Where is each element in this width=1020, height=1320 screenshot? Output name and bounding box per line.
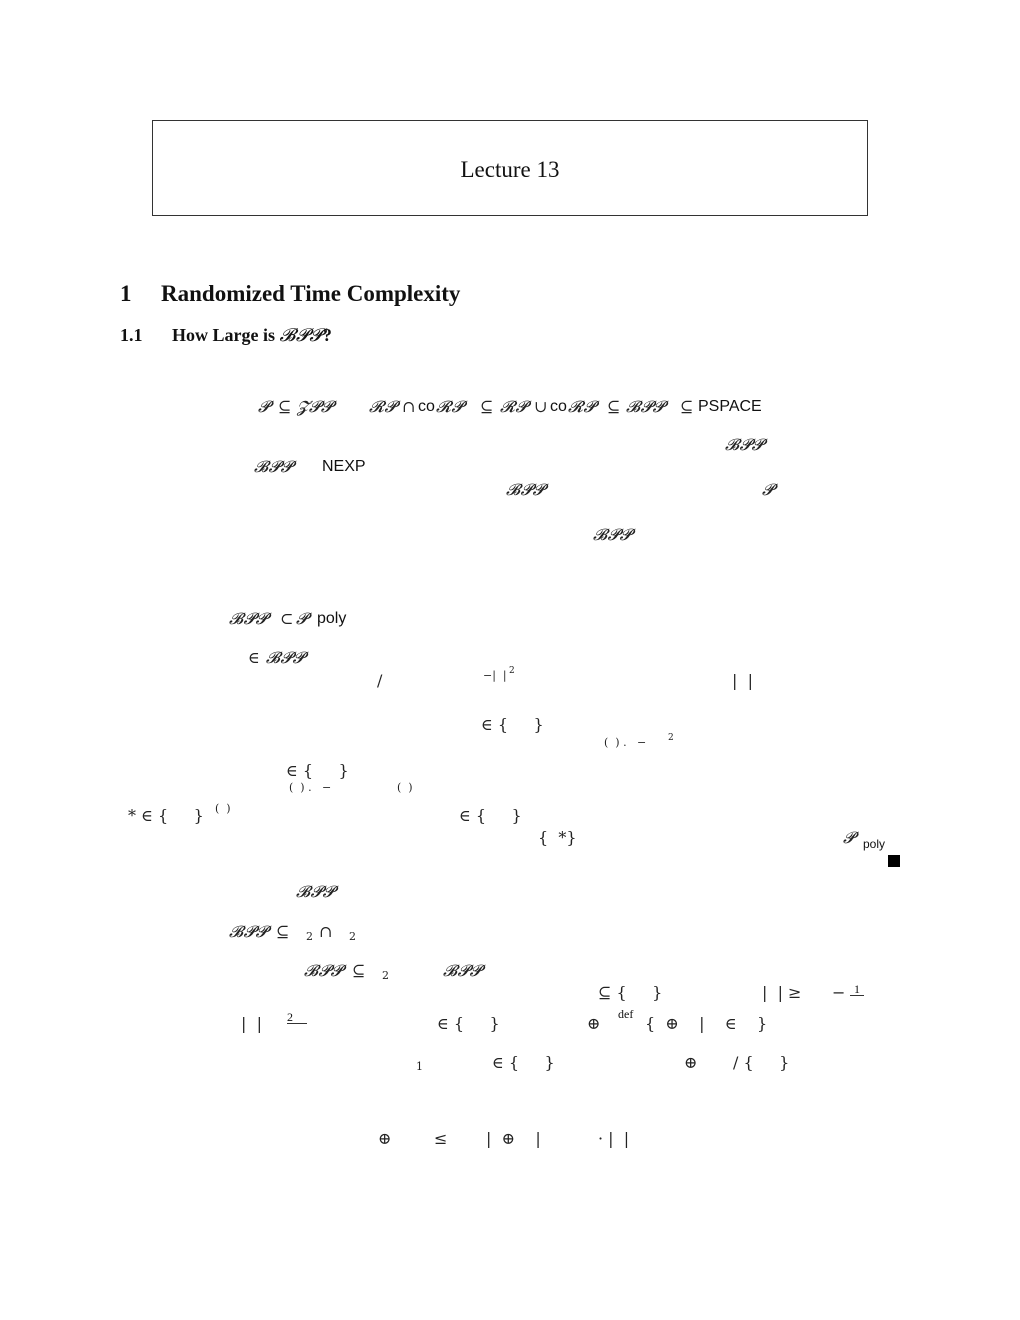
slash-symbol: / — [377, 671, 383, 690]
class-nexp: NEXP — [322, 458, 366, 475]
element-of-set: ∈ { } — [459, 806, 522, 825]
oplus-symbol: ⊕ — [684, 1053, 698, 1072]
subset-symbol: ⊂ — [280, 609, 294, 628]
superscript-paren: ( ) — [215, 802, 231, 815]
subscript-2: 2 — [382, 969, 389, 982]
subseteq-symbol: ⊆ — [480, 397, 494, 416]
set-star: { *} — [538, 828, 577, 847]
subset-of-set: ⊆ { } — [598, 983, 663, 1002]
subseteq-symbol: ⊆ — [352, 961, 366, 980]
cap-symbol: ∩ — [319, 922, 333, 941]
subseteq-symbol: ⊆ — [607, 397, 621, 416]
superscript-2: 2 — [509, 666, 515, 676]
def-label: def — [618, 1007, 634, 1021]
class-bpp: 𝓑𝓟𝓟 — [304, 961, 343, 980]
cdot-abs: · | | — [598, 1129, 630, 1148]
star-element-of-set: * ∈ { } — [128, 806, 204, 825]
quotient-set: / { } — [733, 1053, 790, 1072]
element-of-set: ∈ { } — [481, 715, 544, 734]
class-corp: 𝓡𝓟 — [568, 397, 596, 416]
class-bpp: 𝓑𝓟𝓟 — [593, 525, 632, 544]
oplus-symbol: ⊕ — [378, 1129, 392, 1148]
co-prefix: co — [550, 398, 567, 415]
subsection-title-text: How Large is — [172, 325, 280, 345]
class-bpp: 𝓑𝓟𝓟 — [506, 480, 545, 499]
document-page: Lecture 13 1 Randomized Time Complexity … — [0, 0, 1020, 1320]
subsection-title-suffix: ? — [322, 325, 332, 345]
class-rp: 𝓡𝓟 — [500, 397, 528, 416]
class-p: 𝓟 — [843, 828, 856, 847]
class-pspace: PSPACE — [698, 398, 762, 415]
element-of-set: ∈ { } — [437, 1014, 500, 1033]
poly-label: poly — [317, 610, 347, 627]
negative-abs-exponent: −| | — [483, 669, 507, 682]
class-bpp: 𝓑𝓟𝓟 — [229, 609, 268, 628]
abs-bars: | | — [732, 671, 753, 690]
class-rp: 𝓡𝓟 — [369, 397, 397, 416]
fraction-1-over: 1 — [850, 983, 864, 996]
minus-symbol: − — [832, 983, 846, 1002]
lecture-title-box: Lecture 13 — [152, 120, 868, 216]
class-bpp: 𝓑𝓟𝓟 — [725, 435, 764, 454]
subsection-number: 1.1 — [120, 325, 143, 345]
class-p: 𝓟 — [762, 480, 775, 499]
element-of-set: ∈ { } — [492, 1053, 555, 1072]
class-p: 𝓟 — [258, 397, 271, 416]
class-p: 𝓟 — [296, 609, 309, 628]
subseteq-symbol: ⊆ — [276, 922, 290, 941]
class-bpp: 𝓑𝓟𝓟 — [626, 397, 665, 416]
oplus-symbol: ⊕ — [587, 1014, 601, 1033]
class-bpp: 𝓑𝓟𝓟 — [443, 961, 482, 980]
probability-expression: ( ) . − — [604, 736, 647, 749]
element-of-set: ∈ { } — [286, 761, 349, 780]
subscript-2: 2 — [349, 930, 356, 943]
subscript-2: 2 — [306, 930, 313, 943]
abs-bars: | | — [241, 1014, 262, 1033]
qed-square-icon — [888, 855, 900, 867]
abs-geq: | | ≥ — [762, 983, 802, 1002]
cup-symbol: ∪ — [534, 397, 548, 416]
section-number: 1 — [120, 281, 132, 306]
in-bpp: ∈ 𝓑𝓟𝓟 — [248, 648, 305, 667]
cap-symbol: ∩ — [402, 397, 416, 416]
class-bpp: 𝓑𝓟𝓟 — [229, 922, 268, 941]
subsection-title-class: 𝓑𝓟𝓟 — [279, 325, 323, 346]
section-title: Randomized Time Complexity — [161, 281, 461, 306]
set-definition: { ⊕ | ∈ } — [645, 1014, 768, 1033]
poly-subscript: poly — [863, 837, 886, 851]
probability-expression: ( ) . − — [289, 781, 332, 794]
class-zpp: 𝓩𝓟𝓟 — [297, 397, 333, 416]
class-bpp: 𝓑𝓟𝓟 — [254, 457, 293, 476]
class-corp: 𝓡𝓟 — [436, 397, 464, 416]
subsection-title: How Large is 𝓑𝓟𝓟? — [172, 326, 332, 345]
superscript-2: 2 — [668, 733, 674, 743]
lecture-title: Lecture 13 — [460, 157, 560, 182]
fraction-2-over: 2 — [287, 1011, 307, 1024]
parenthesized-arg: ( ) — [397, 781, 413, 794]
co-prefix: co — [418, 398, 435, 415]
class-bpp: 𝓑𝓟𝓟 — [296, 882, 335, 901]
subseteq-symbol: ⊆ — [278, 397, 292, 416]
abs-oplus: | ⊕ | — [486, 1129, 541, 1148]
subscript-1: 1 — [416, 1060, 423, 1073]
leq-symbol: ≤ — [434, 1129, 448, 1148]
subseteq-symbol: ⊆ — [680, 397, 694, 416]
